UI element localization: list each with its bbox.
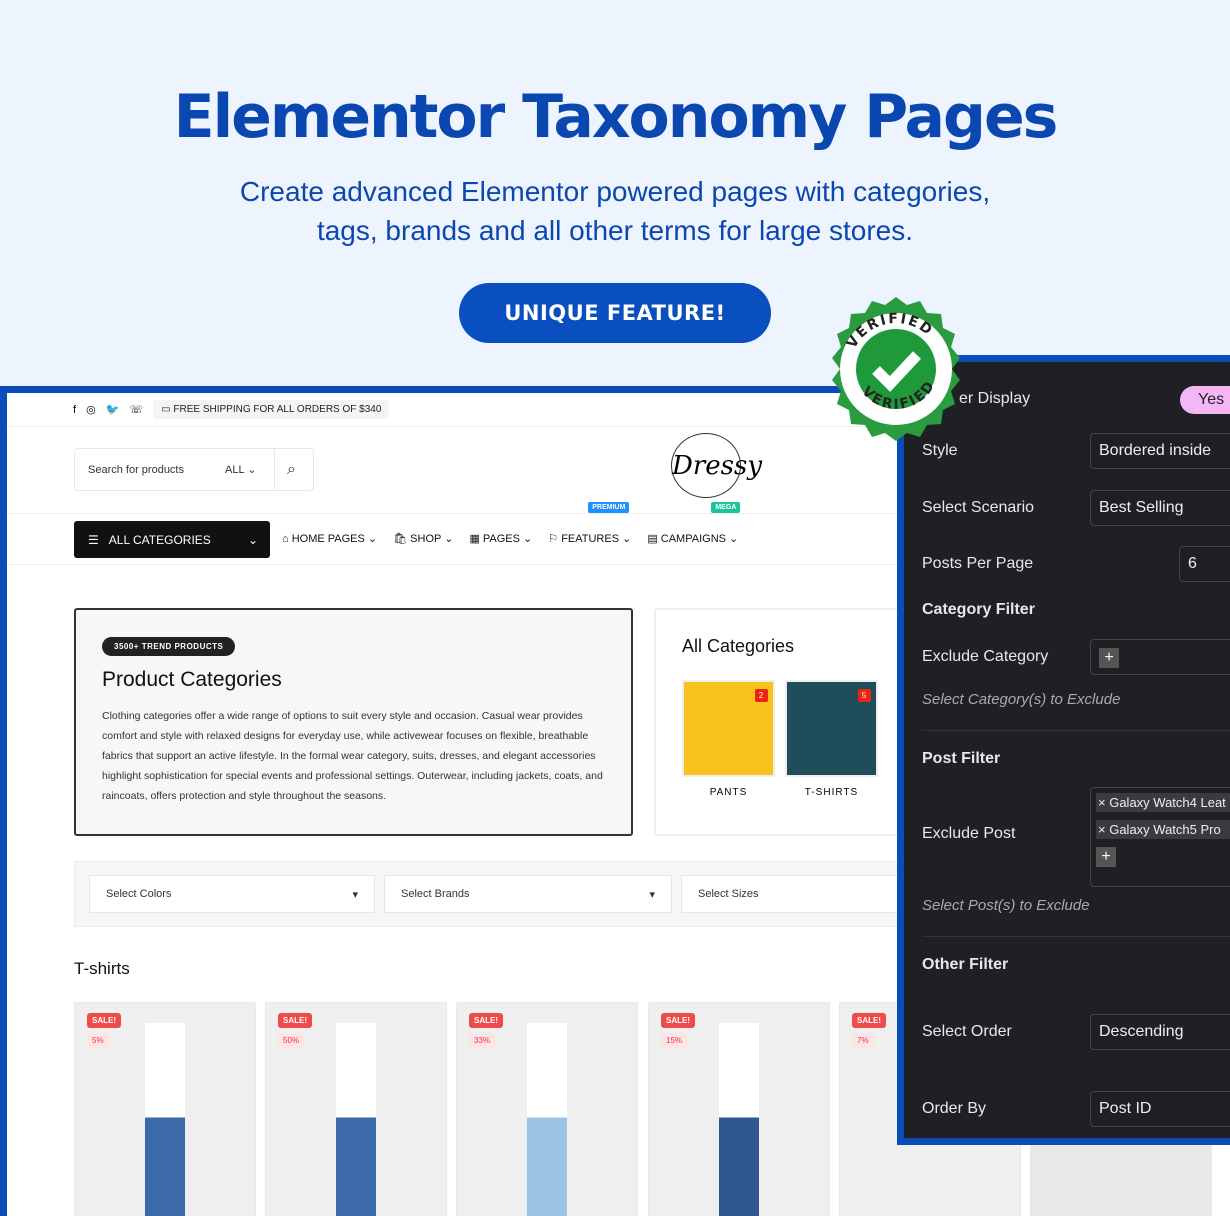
search-input[interactable]: Search for products bbox=[75, 464, 225, 476]
other-filter-heading: Other Filter bbox=[922, 956, 1009, 973]
all-categories-label: ALL CATEGORIES bbox=[108, 532, 211, 547]
search-icon[interactable]: ⌕ bbox=[274, 449, 296, 490]
nav-home-pages[interactable]: ⌂ HOME PAGES ⌄ bbox=[282, 532, 377, 545]
nav-shop[interactable]: 🛍 SHOP ⌄ bbox=[393, 532, 453, 545]
nav-pages[interactable]: ▦ PAGES ⌄ bbox=[469, 532, 532, 545]
post-chip[interactable]: × Galaxy Watch5 Pro bbox=[1096, 820, 1230, 839]
mega-badge: MEGA bbox=[711, 502, 741, 513]
nav-campaigns[interactable]: ▤ CAMPAIGNS ⌄ MEGA bbox=[647, 502, 741, 545]
add-post-button[interactable]: + bbox=[1096, 847, 1116, 867]
posts-per-page-input[interactable]: 6 bbox=[1179, 546, 1230, 582]
exclude-post-label: Exclude Post bbox=[922, 825, 1016, 842]
header-display-label: er Display bbox=[959, 390, 1031, 407]
product-categories-intro: 3500+ TREND PRODUCTS Product Categories … bbox=[74, 608, 633, 836]
post-filter-heading: Post Filter bbox=[922, 750, 1001, 767]
style-select[interactable]: Bordered inside bbox=[1090, 433, 1230, 469]
chevron-down-icon: ⌄ bbox=[247, 532, 258, 547]
category-tshirts[interactable]: 5 T-SHIRTS bbox=[785, 680, 878, 798]
hero-subtitle: Create advanced Elementor powered pages … bbox=[0, 172, 1230, 250]
trend-pill: 3500+ TREND PRODUCTS bbox=[102, 637, 236, 656]
select-colors[interactable]: Select Colors ▾ bbox=[89, 875, 375, 913]
intro-text: Clothing categories offer a wide range o… bbox=[102, 710, 603, 802]
instagram-icon[interactable]: ◎ bbox=[86, 403, 96, 416]
category-pants[interactable]: 2 PANTS bbox=[682, 680, 775, 798]
order-select[interactable]: Descending bbox=[1090, 1014, 1230, 1050]
posts-per-page-label: Posts Per Page bbox=[922, 555, 1034, 572]
category-filter-heading: Category Filter bbox=[922, 601, 1035, 618]
logo[interactable]: Dressy bbox=[671, 433, 762, 498]
order-label: Select Order bbox=[922, 1023, 1012, 1040]
twitter-icon[interactable]: 🐦 bbox=[106, 403, 120, 416]
count-badge: 2 bbox=[755, 689, 768, 702]
orderby-select[interactable]: Post ID bbox=[1090, 1091, 1230, 1127]
product-card[interactable]: SALE! 15% bbox=[648, 1002, 830, 1216]
exclude-category-label: Exclude Category bbox=[922, 648, 1049, 665]
scenario-label: Select Scenario bbox=[922, 499, 1035, 516]
scenario-select[interactable]: Best Selling bbox=[1090, 490, 1230, 526]
section-title: T-shirts bbox=[74, 959, 130, 978]
style-label: Style bbox=[922, 442, 958, 459]
exclude-post-hint: Select Post(s) to Exclude bbox=[922, 897, 1090, 914]
product-card[interactable]: SALE! 33% bbox=[456, 1002, 638, 1216]
exclude-category-field[interactable]: + bbox=[1090, 639, 1230, 675]
scope-value: ALL bbox=[225, 464, 245, 476]
scope-select[interactable]: ALL ⌄ bbox=[225, 463, 274, 476]
menu-icon: ☰ bbox=[88, 532, 99, 547]
display-toggle[interactable]: Yes bbox=[1180, 386, 1230, 414]
nav-features[interactable]: ⚐ FEATURES ⌄ PREMIUM bbox=[548, 502, 631, 545]
all-categories-button[interactable]: ☰ ALL CATEGORIES ⌄ bbox=[74, 521, 270, 558]
divider bbox=[922, 936, 1230, 937]
shipping-text: FREE SHIPPING FOR ALL ORDERS OF $340 bbox=[173, 404, 382, 415]
filter-bar: Select Colors ▾ Select Brands ▾ Select Siz… bbox=[74, 861, 974, 927]
product-card[interactable]: SALE! 5% bbox=[74, 1002, 256, 1216]
subtitle-line: Create advanced Elementor powered pages … bbox=[239, 176, 991, 207]
orderby-label: Order By bbox=[922, 1100, 987, 1117]
divider bbox=[922, 730, 1230, 731]
add-category-button[interactable]: + bbox=[1099, 648, 1119, 668]
settings-panel: er Display Yes Style Bordered inside Sel… bbox=[897, 355, 1230, 1145]
all-categories-title: All Categories bbox=[682, 636, 795, 656]
intro-title: Product Categories bbox=[102, 668, 282, 691]
whatsapp-icon[interactable]: ☏ bbox=[129, 403, 143, 416]
exclude-post-field[interactable]: × Galaxy Watch4 Leat × Galaxy Watch5 Pro… bbox=[1090, 787, 1230, 887]
product-card[interactable]: SALE! 50% bbox=[265, 1002, 447, 1216]
exclude-category-hint: Select Category(s) to Exclude bbox=[922, 691, 1121, 708]
verified-seal-icon: VERIFIED VERIFIED bbox=[832, 297, 960, 441]
search-bar[interactable]: Search for products ALL ⌄ ⌕ bbox=[74, 448, 314, 491]
premium-badge: PREMIUM bbox=[588, 502, 630, 513]
facebook-icon[interactable]: f bbox=[73, 404, 76, 416]
hero-title: Elementor Taxonomy Pages bbox=[173, 82, 1059, 152]
subtitle-line: tags, brands and all other terms for lar… bbox=[316, 215, 914, 246]
select-brands[interactable]: Select Brands ▾ bbox=[384, 875, 672, 913]
count-badge: 5 bbox=[858, 689, 871, 702]
shipping-notice: ▭ FREE SHIPPING FOR ALL ORDERS OF $340 bbox=[153, 400, 390, 419]
unique-feature-button[interactable]: UNIQUE FEATURE! bbox=[459, 283, 771, 343]
post-chip[interactable]: × Galaxy Watch4 Leat bbox=[1096, 793, 1230, 812]
